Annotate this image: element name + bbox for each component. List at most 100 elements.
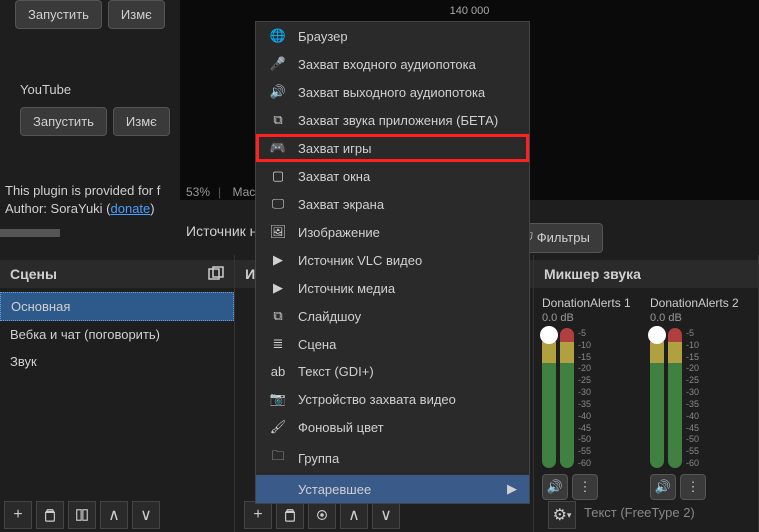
scene-down-button[interactable]: ∨ (132, 501, 160, 529)
change-button-top[interactable]: Измє (108, 0, 165, 29)
submenu-arrow-icon: ▶ (507, 481, 517, 497)
progress-bar (0, 229, 60, 237)
youtube-launch-button[interactable]: Запустить (20, 107, 107, 136)
speaker-icon: 🔊 (268, 84, 288, 100)
youtube-label: YouTube (20, 82, 170, 97)
source-up-button[interactable]: ∧ (340, 501, 368, 529)
scene-item[interactable]: Основная (0, 292, 234, 321)
mixer-panel: Микшер звука DonationAlerts 1 0.0 dB -5-… (534, 255, 759, 532)
add-source-button[interactable]: + (244, 501, 272, 529)
preview-label: 140 000 (450, 5, 490, 17)
mute-button[interactable]: 🔊 (542, 474, 568, 500)
menu-item-label: Захват входного аудиопотока (298, 57, 476, 72)
menu-item-устаревшее[interactable]: Устаревшее ▶ (256, 475, 529, 503)
menu-item-сцена[interactable]: ≣ Сцена (256, 330, 529, 358)
youtube-change-button[interactable]: Измє (113, 107, 170, 136)
menu-item-label: Фоновый цвет (298, 420, 384, 435)
menu-item-захват-выходного-аудиопотока[interactable]: 🔊 Захват выходного аудиопотока (256, 78, 529, 106)
meter-scale: -5-10-15-20-25-30-35-40-45-50-55-60 (578, 328, 591, 468)
scene-item[interactable]: Звук (0, 348, 234, 375)
menu-item-захват-окна[interactable]: ▢ Захват окна (256, 162, 529, 190)
menu-item-label: Группа (298, 451, 339, 466)
source-props-button[interactable] (308, 501, 336, 529)
play-icon: ▶ (268, 252, 288, 268)
menu-item-label: Слайдшоу (298, 309, 361, 324)
mixer-channel: DonationAlerts 1 0.0 dB -5-10-15-20-25-3… (542, 296, 642, 500)
mic-icon: 🎤 (268, 56, 288, 72)
scenes-title: Сцены (10, 266, 57, 282)
menu-item-label: Устройство захвата видео (298, 392, 456, 407)
brush-icon: 🖌 (268, 419, 288, 435)
menu-item-label: Браузер (298, 29, 348, 44)
menu-item-слайдшоу[interactable]: ⧉ Слайдшоу (256, 302, 529, 330)
menu-item-label: Текст (GDI+) (298, 364, 374, 379)
menu-item-захват-звука-приложения-бета-[interactable]: ⧉ Захват звука приложения (БЕТА) (256, 106, 529, 134)
menu-item-фоновый-цвет[interactable]: 🖌 Фоновый цвет (256, 413, 529, 441)
menu-item-label: Источник VLC видео (298, 253, 422, 268)
play-icon: ▶ (268, 280, 288, 296)
window-icon: ▢ (268, 168, 288, 184)
menu-item-label: Устаревшее (298, 482, 371, 497)
menu-item-текст-gdi-[interactable]: ab Текст (GDI+) (256, 358, 529, 385)
channel-name: DonationAlerts 1 (542, 296, 642, 310)
channel-db: 0.0 dB (650, 312, 750, 324)
menu-item-источник-vlc-видео[interactable]: ▶ Источник VLC видео (256, 246, 529, 274)
scene-item[interactable]: Вебка и чат (поговорить) (0, 321, 234, 348)
mixer-channel: DonationAlerts 2 0.0 dB -5-10-15-20-25-3… (650, 296, 750, 500)
camera-icon: 📷 (268, 391, 288, 407)
slides-icon: ⧉ (268, 308, 288, 324)
mute-button[interactable]: 🔊 (650, 474, 676, 500)
volume-meter[interactable] (650, 328, 664, 468)
menu-item-label: Захват звука приложения (БЕТА) (298, 113, 498, 128)
channel-db: 0.0 dB (542, 312, 642, 324)
launch-button-top[interactable]: Запустить (15, 0, 102, 29)
folder-icon: 🗀 (268, 447, 288, 469)
channel-menu-button[interactable]: ⋮ (680, 474, 706, 500)
delete-source-button[interactable] (276, 501, 304, 529)
gamepad-icon: 🎮 (268, 140, 288, 156)
text-icon: ab (268, 364, 288, 379)
menu-item-захват-экрана[interactable]: 🖵 Захват экрана (256, 190, 529, 218)
menu-item-label: Захват экрана (298, 197, 384, 212)
menu-item-устройство-захвата-видео[interactable]: 📷 Устройство захвата видео (256, 385, 529, 413)
plugin-info: This plugin is provided for f Author: So… (5, 182, 160, 218)
add-scene-button[interactable]: + (4, 501, 32, 529)
volume-slider-thumb[interactable] (540, 326, 558, 344)
menu-item-label: Источник медиа (298, 281, 395, 296)
dock-icon[interactable] (208, 266, 224, 282)
scene-icon: ≣ (268, 336, 288, 352)
menu-item-label: Захват игры (298, 141, 371, 156)
channel-name: DonationAlerts 2 (650, 296, 750, 310)
add-source-context-menu: 🌐 Браузер 🎤 Захват входного аудиопотока … (255, 21, 530, 504)
volume-meter (560, 328, 574, 468)
channel-menu-button[interactable]: ⋮ (572, 474, 598, 500)
source-down-button[interactable]: ∨ (372, 501, 400, 529)
scenes-panel: Сцены ОсновнаяВебка и чат (поговорить)Зв… (0, 255, 235, 532)
menu-item-браузер[interactable]: 🌐 Браузер (256, 22, 529, 50)
delete-scene-button[interactable] (36, 501, 64, 529)
menu-item-источник-медиа[interactable]: ▶ Источник медиа (256, 274, 529, 302)
volume-meter[interactable] (542, 328, 556, 468)
source-panel-label: Источник н (186, 223, 257, 239)
donate-link[interactable]: donate (111, 201, 151, 216)
sources-title: И (245, 266, 255, 282)
menu-item-label: Сцена (298, 337, 336, 352)
menu-item-label: Захват окна (298, 169, 370, 184)
screen-icon: 🖵 (268, 196, 288, 212)
globe-icon: 🌐 (268, 28, 288, 44)
scene-filter-button[interactable] (68, 501, 96, 529)
scene-up-button[interactable]: ∧ (100, 501, 128, 529)
menu-item-label: Захват выходного аудиопотока (298, 85, 485, 100)
meter-scale: -5-10-15-20-25-30-35-40-45-50-55-60 (686, 328, 699, 468)
app-icon: ⧉ (268, 112, 288, 128)
menu-item-захват-игры[interactable]: 🎮 Захват игры (256, 134, 529, 162)
menu-item-группа[interactable]: 🗀 Группа (256, 441, 529, 475)
menu-item-захват-входного-аудиопотока[interactable]: 🎤 Захват входного аудиопотока (256, 50, 529, 78)
menu-item-изображение[interactable]: 🖼 Изображение (256, 218, 529, 246)
menu-item-label: Изображение (298, 225, 380, 240)
image-icon: 🖼 (268, 224, 288, 240)
volume-slider-thumb[interactable] (648, 326, 666, 344)
mixer-settings-button[interactable]: ⚙▾ (548, 501, 576, 529)
mixer-title: Микшер звука (544, 266, 641, 282)
volume-meter (668, 328, 682, 468)
